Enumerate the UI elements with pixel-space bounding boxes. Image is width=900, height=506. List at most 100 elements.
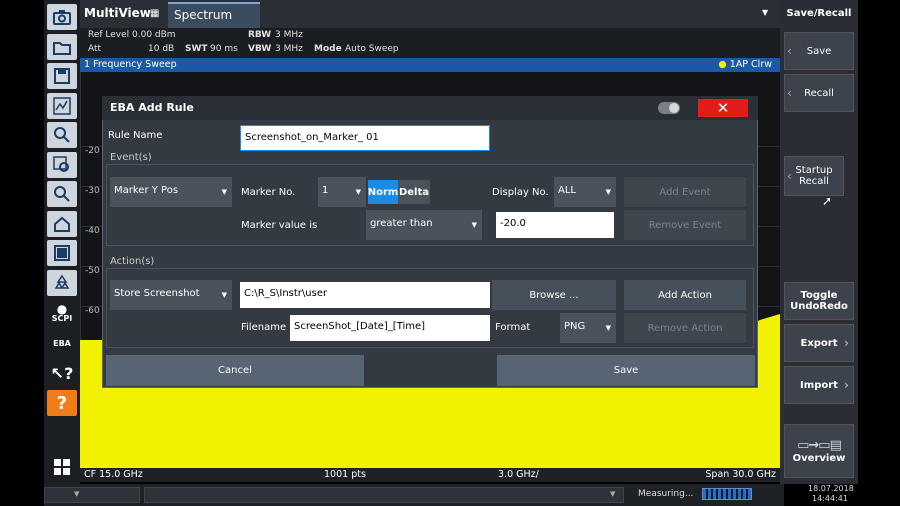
chevron-down-icon[interactable]: ▼ [762, 8, 768, 17]
bottom-axis-bar: CF 15.0 GHz 1001 pts 3.0 GHz/ Span 30.0 … [80, 468, 780, 482]
softkey-panel-title: Save/Recall [786, 8, 852, 19]
marker-no-dropdown[interactable]: 1 ▼ [318, 177, 366, 207]
eba-button[interactable]: EBA [47, 330, 77, 356]
recall-softkey[interactable]: ‹ Recall [784, 74, 854, 112]
display-no-dropdown[interactable]: ALL ▼ [554, 177, 616, 207]
swt-label: SWT [185, 44, 208, 54]
delta-toggle[interactable]: Delta [398, 180, 430, 204]
frame-edge [858, 0, 900, 506]
y-tick-label: -40 [85, 226, 100, 236]
submenu-arrow-icon: › [844, 336, 849, 350]
swt-value: 90 ms [210, 44, 238, 54]
export-softkey[interactable]: Export › [784, 324, 854, 362]
date-time: 18.07.2018 14:44:41 [808, 484, 854, 504]
vbw-label: VBW [248, 44, 272, 54]
rbw-label: RBW [248, 30, 272, 40]
center-frequency: CF 15.0 GHz [84, 469, 143, 480]
action-type-dropdown[interactable]: Store Screenshot ▼ [110, 280, 232, 310]
measuring-status: Measuring... [638, 489, 694, 499]
import-softkey[interactable]: Import › [784, 366, 854, 404]
submenu-arrow-icon: › [844, 378, 849, 392]
save-softkey[interactable]: ‹ Save [784, 32, 854, 70]
window-icon[interactable] [47, 240, 77, 266]
close-icon: ✕ [716, 99, 730, 117]
format-dropdown[interactable]: PNG ▼ [560, 313, 616, 343]
event-type-value: Marker Y Pos [114, 185, 179, 196]
camera-icon[interactable] [47, 4, 77, 30]
norm-toggle[interactable]: Norm [368, 180, 398, 204]
display-no-label: Display No. [492, 187, 549, 198]
event-type-dropdown[interactable]: Marker Y Pos ▼ [110, 177, 232, 207]
events-group-label: Event(s) [110, 152, 152, 163]
zoom-1-1-icon[interactable] [47, 181, 77, 207]
scpi-button[interactable]: ● SCPI [47, 300, 77, 326]
grid-icon: ▦ [150, 8, 160, 19]
mode-label: Mode [314, 44, 342, 54]
add-action-button[interactable]: Add Action [624, 280, 746, 310]
tab-spectrum[interactable]: Spectrum [168, 2, 260, 28]
save-button[interactable]: Save [497, 355, 755, 386]
chevron-down-icon: ▼ [355, 188, 361, 196]
overview-label: Overview [792, 453, 846, 464]
browse-button[interactable]: Browse ... [492, 280, 616, 310]
vbw-value: 3 MHz [275, 44, 303, 54]
comparison-dropdown[interactable]: greater than ▼ [366, 210, 482, 240]
path-input[interactable]: C:\R_S\Instr\user [240, 282, 490, 308]
scpi-dot-icon: ● [56, 301, 68, 316]
threshold-input[interactable]: -20.0 [496, 212, 614, 238]
overview-softkey[interactable]: ▭→▭▤ Overview [784, 424, 854, 478]
startup-recall-label: Startup Recall [795, 165, 833, 187]
toggle-undoredo-softkey[interactable]: Toggle UndoRedo [784, 282, 854, 320]
multiview-tab[interactable]: MultiView [84, 6, 151, 20]
status-field-left[interactable] [44, 487, 140, 503]
comparison-value: greater than [370, 218, 433, 229]
format-label: Format [495, 322, 531, 333]
eba-label: EBA [53, 338, 71, 348]
folder-open-icon[interactable] [47, 34, 77, 60]
zoom-magnifier-icon[interactable] [47, 152, 77, 178]
att-label: Att [88, 44, 102, 54]
save-icon[interactable] [47, 63, 77, 89]
sweep-title: 1 Frequency Sweep [84, 59, 177, 70]
marker-value-label: Marker value is [241, 220, 318, 231]
trace-dot-icon: ● [718, 59, 727, 70]
status-field-message[interactable] [144, 487, 624, 503]
chevron-down-icon: ▼ [605, 324, 611, 332]
windows-icon[interactable] [47, 454, 77, 480]
sweep-points: 1001 pts [324, 469, 366, 480]
help-icon[interactable]: ? [47, 390, 77, 416]
remove-action-button[interactable]: Remove Action [624, 313, 746, 343]
display-no-value: ALL [558, 185, 576, 196]
ref-level-label: Ref Level [88, 30, 130, 40]
dialog-transparency-toggle[interactable] [658, 102, 680, 114]
recycle-icon[interactable] [47, 270, 77, 296]
zoom-icon[interactable] [47, 122, 77, 148]
status-dropdown-caret-icon[interactable]: ▼ [74, 490, 79, 498]
y-tick-label: -20 [85, 146, 100, 156]
scpi-label: SCPI [51, 313, 73, 323]
save-softkey-label: Save [806, 45, 832, 57]
menu-arrow-icon: ‹ [787, 44, 792, 58]
status-dropdown-caret-icon[interactable]: ▼ [610, 490, 615, 498]
filename-label: Filename [241, 322, 287, 333]
context-help-icon[interactable]: ↖? [47, 360, 77, 386]
filename-input[interactable]: ScreenShot_[Date]_[Time] [290, 315, 490, 341]
home-icon[interactable] [47, 211, 77, 237]
recall-softkey-label: Recall [804, 87, 834, 99]
close-button[interactable]: ✕ [698, 99, 748, 117]
startup-recall-softkey[interactable]: ‹ Startup Recall [784, 156, 844, 196]
format-value: PNG [564, 321, 586, 332]
mouse-cursor-icon: ➚ [822, 194, 833, 208]
y-tick-label: -50 [85, 266, 100, 276]
cancel-button[interactable]: Cancel [106, 355, 364, 386]
add-event-button[interactable]: Add Event [624, 177, 746, 207]
trace-indicator-label: 1AP Clrw [729, 59, 772, 70]
rule-name-input[interactable]: Screenshot_on_Marker_ 01 [240, 125, 490, 151]
softkey-panel [780, 0, 858, 484]
status-date: 18.07.2018 [808, 484, 854, 493]
remove-event-button[interactable]: Remove Event [624, 210, 746, 240]
span: Span 30.0 GHz [705, 469, 776, 480]
zoom-area-icon[interactable] [47, 93, 77, 119]
menu-arrow-icon: ‹ [787, 86, 792, 100]
chevron-down-icon: ▼ [221, 188, 227, 196]
